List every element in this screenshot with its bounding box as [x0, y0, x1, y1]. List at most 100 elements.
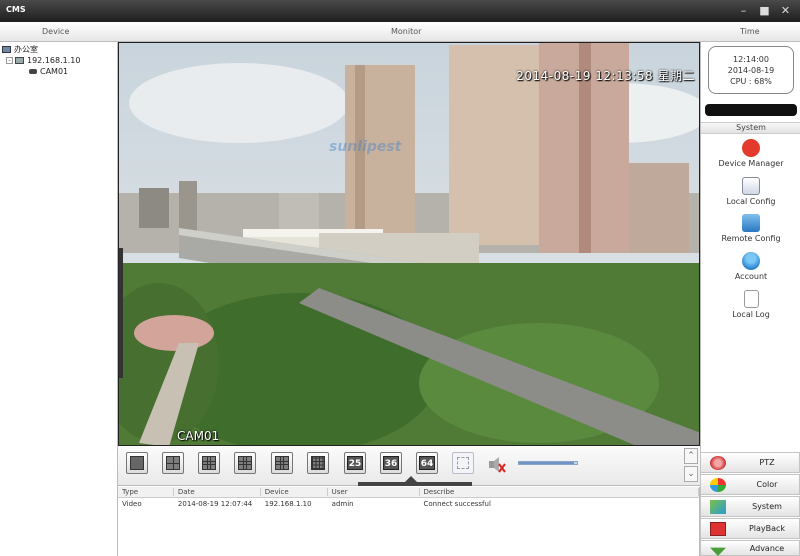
layout-16-button[interactable] — [307, 452, 329, 474]
layout-9-button[interactable] — [271, 452, 293, 474]
monitor-heading: Monitor — [391, 27, 422, 36]
clock-time: 12:14:00 — [733, 55, 769, 64]
collapse-icon[interactable]: - — [6, 57, 13, 64]
close-icon[interactable]: ✕ — [779, 4, 792, 17]
account-button[interactable]: Account — [701, 252, 800, 289]
system-header: System — [701, 122, 800, 134]
remote-config-button[interactable]: Remote Config — [701, 214, 800, 251]
log-cell-device: 192.168.1.10 — [264, 499, 312, 508]
log-col-type[interactable]: Type — [118, 488, 174, 496]
system-icon — [710, 500, 726, 514]
log-col-user[interactable]: User — [328, 488, 420, 496]
group-icon — [2, 46, 11, 53]
mute-icon[interactable] — [488, 456, 506, 474]
log-cell-user: admin — [331, 499, 354, 508]
nav-playback-label: PlayBack — [748, 524, 786, 533]
minimize-icon[interactable]: – — [737, 4, 750, 17]
log-cell-date: 2014-08-19 12:07:44 — [177, 499, 253, 508]
fullscreen-icon — [457, 457, 469, 469]
tree-group[interactable]: 办公室 — [2, 44, 115, 55]
local-config-label: Local Config — [726, 197, 776, 206]
device-heading: Device — [42, 27, 70, 36]
tree-device-label: 192.168.1.10 — [27, 56, 81, 65]
layout-64-label: 64 — [419, 456, 435, 470]
remote-config-icon — [742, 214, 760, 232]
nav-color[interactable]: Color — [700, 474, 800, 495]
local-log-button[interactable]: Local Log — [701, 290, 800, 327]
quad-view-icon — [166, 456, 180, 470]
tree-camera[interactable]: CAM01 — [2, 66, 115, 77]
log-col-describe[interactable]: Describe — [420, 488, 699, 496]
account-label: Account — [734, 272, 768, 281]
account-icon — [742, 252, 760, 270]
nav-advance-label: Advance — [749, 544, 785, 553]
device-manager-button[interactable]: Device Manager — [701, 139, 800, 176]
status-bar — [705, 104, 797, 116]
log-col-device[interactable]: Device — [261, 488, 328, 496]
osd-camera-label: CAM01 — [177, 429, 220, 443]
layout-36-label: 36 — [383, 456, 399, 470]
layout-64-button[interactable]: 64 — [416, 452, 438, 474]
cpu-usage: CPU : 68% — [730, 77, 772, 86]
volume-fill — [519, 462, 575, 464]
tree-device[interactable]: - 192.168.1.10 — [2, 55, 115, 66]
app-title: CMS — [6, 5, 26, 14]
osd-timestamp: 2014-08-19 12:13:58 星期二 — [516, 69, 695, 83]
column-headings: Device Monitor Time — [0, 22, 800, 42]
maximize-icon[interactable]: ■ — [758, 4, 771, 17]
time-heading: Time — [740, 27, 760, 36]
layout-toolbar: 25 36 64 ⌃ ⌄ — [118, 446, 700, 486]
six-view-icon — [202, 456, 216, 470]
device-manager-icon — [742, 139, 760, 157]
tree-group-label: 办公室 — [14, 45, 38, 54]
single-view-icon — [130, 456, 144, 470]
sixteen-view-icon — [311, 456, 325, 470]
local-log-icon — [743, 290, 759, 308]
nav-ptz[interactable]: PTZ — [700, 452, 800, 473]
video-view[interactable]: sunlipest 2014-08-19 12:13:58 星期二 CAM01 — [118, 42, 700, 446]
dvr-icon — [15, 57, 24, 64]
nav-color-label: Color — [756, 480, 778, 489]
left-grip[interactable] — [119, 248, 123, 378]
camera-icon — [29, 69, 37, 74]
log-header: Type Date Device User Describe — [118, 487, 699, 498]
log-cell-describe: Connect successful — [423, 499, 491, 508]
nav-ptz-label: PTZ — [759, 458, 775, 467]
color-icon — [710, 478, 726, 492]
log-cell-type: Video — [122, 499, 142, 508]
video-scene — [119, 43, 699, 445]
title-bar: CMS – ■ ✕ — [0, 0, 800, 22]
local-log-label: Local Log — [732, 310, 770, 319]
event-log: Type Date Device User Describe Video 201… — [118, 487, 700, 556]
device-manager-label: Device Manager — [718, 159, 784, 168]
volume-slider[interactable] — [518, 461, 578, 465]
scroll-up-icon[interactable]: ⌃ — [684, 448, 698, 464]
watermark: sunlipest — [329, 139, 402, 155]
scroll-down-icon[interactable]: ⌄ — [684, 466, 698, 482]
layout-25-label: 25 — [347, 456, 363, 470]
toolbar-arrows: ⌃ ⌄ — [684, 448, 698, 482]
eight-view-icon — [238, 456, 252, 470]
playback-icon — [710, 522, 726, 536]
layout-36-button[interactable]: 36 — [380, 452, 402, 474]
layout-6-button[interactable] — [198, 452, 220, 474]
local-config-button[interactable]: Local Config — [701, 177, 800, 214]
table-row[interactable]: Video 2014-08-19 12:07:44 192.168.1.10 a… — [118, 498, 699, 509]
tree-camera-label: CAM01 — [40, 67, 69, 76]
nav-system-label: System — [752, 502, 782, 511]
ptz-icon — [710, 456, 726, 470]
clock-date: 2014-08-19 — [727, 66, 775, 75]
log-col-date[interactable]: Date — [174, 488, 261, 496]
clock-panel: 12:14:00 2014-08-19 CPU : 68% — [708, 46, 794, 94]
layout-4-button[interactable] — [162, 452, 184, 474]
nav-playback[interactable]: PlayBack — [700, 518, 800, 539]
nav-advance[interactable]: Advance — [700, 540, 800, 556]
layout-1-button[interactable] — [126, 452, 148, 474]
fullscreen-button[interactable] — [452, 452, 474, 474]
window-controls: – ■ ✕ — [737, 4, 792, 17]
nav-system[interactable]: System — [700, 496, 800, 517]
layout-25-button[interactable]: 25 — [344, 452, 366, 474]
device-tree: 办公室 - 192.168.1.10 CAM01 — [0, 42, 118, 556]
scroll-handle[interactable] — [358, 482, 472, 486]
layout-8-button[interactable] — [234, 452, 256, 474]
